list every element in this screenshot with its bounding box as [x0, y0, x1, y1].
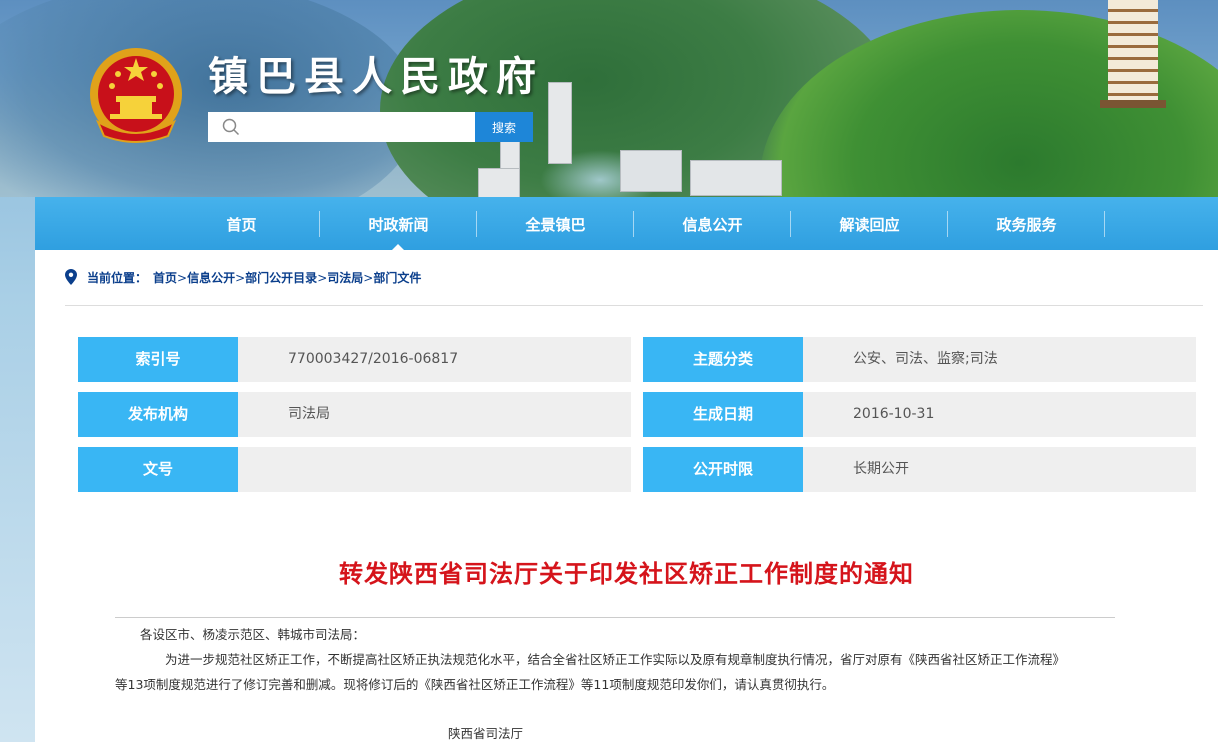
- meta-topic-label: 主题分类: [643, 337, 803, 382]
- meta-period: 公开时限 长期公开: [643, 447, 1196, 492]
- search-box: [208, 112, 475, 142]
- breadcrumb-separator: >: [235, 271, 246, 285]
- meta-date-value: 2016-10-31: [803, 392, 1196, 437]
- divider: [65, 305, 1203, 306]
- meta-index-value: 770003427/2016-06817: [238, 337, 631, 382]
- nav-item-panorama[interactable]: 全景镇巴: [477, 197, 634, 250]
- breadcrumb-separator: >: [177, 271, 188, 285]
- breadcrumb-home[interactable]: 首页: [153, 271, 177, 285]
- nav-item-info-disclosure[interactable]: 信息公开: [634, 197, 791, 250]
- meta-publisher-label: 发布机构: [78, 392, 238, 437]
- meta-period-value: 长期公开: [803, 447, 1196, 492]
- main-page: 首页 时政新闻 全景镇巴 信息公开 解读回应 政务服务 当前位置： 首页>信息公开…: [35, 197, 1218, 742]
- meta-topic: 主题分类 公安、司法、监察;司法: [643, 337, 1196, 382]
- nav-item-news[interactable]: 时政新闻: [320, 197, 477, 250]
- meta-topic-value: 公安、司法、监察;司法: [803, 337, 1196, 382]
- banner-building: [548, 82, 572, 164]
- breadcrumb-dept-documents[interactable]: 部门文件: [373, 271, 421, 285]
- location-pin-icon: [65, 269, 77, 285]
- document-signature: 陕西省司法厅: [448, 726, 524, 741]
- search-button[interactable]: 搜索: [475, 112, 533, 142]
- search-input[interactable]: [250, 116, 474, 140]
- breadcrumb-label: 当前位置：: [87, 271, 148, 285]
- meta-date-label: 生成日期: [643, 392, 803, 437]
- divider: [115, 617, 1115, 618]
- nav-item-home[interactable]: 首页: [163, 197, 320, 250]
- nav-separator: [1104, 211, 1105, 237]
- main-nav: 首页 时政新闻 全景镇巴 信息公开 解读回应 政务服务: [35, 197, 1218, 250]
- meta-index: 索引号 770003427/2016-06817: [78, 337, 631, 382]
- banner-building: [690, 160, 782, 196]
- document-paragraph-line: 等13项制度规范进行了修订完善和删减。现将修订后的《陕西省社区矫正工作流程》等1…: [115, 677, 835, 692]
- breadcrumb-justice-bureau[interactable]: 司法局: [327, 271, 363, 285]
- national-emblem-icon: [90, 48, 182, 143]
- breadcrumb-separator: >: [317, 271, 328, 285]
- meta-docno-value: [238, 447, 631, 492]
- header-banner: 镇巴县人民政府 搜索: [0, 0, 1218, 197]
- breadcrumb-info-disclosure[interactable]: 信息公开: [187, 271, 235, 285]
- nav-item-gov-services[interactable]: 政务服务: [948, 197, 1105, 250]
- breadcrumb-separator: >: [363, 271, 374, 285]
- document-title: 转发陕西省司法厅关于印发社区矫正工作制度的通知: [339, 560, 914, 588]
- meta-publisher-value: 司法局: [238, 392, 631, 437]
- breadcrumb-dept-catalog[interactable]: 部门公开目录: [245, 271, 317, 285]
- meta-date: 生成日期 2016-10-31: [643, 392, 1196, 437]
- meta-docno: 文号: [78, 447, 631, 492]
- banner-building: [478, 168, 520, 197]
- breadcrumb: 当前位置： 首页>信息公开>部门公开目录>司法局>部门文件: [65, 269, 421, 286]
- banner-pagoda-base: [1100, 100, 1166, 108]
- banner-pagoda: [1108, 0, 1158, 105]
- nav-item-interpretation[interactable]: 解读回应: [791, 197, 948, 250]
- search-icon: [222, 118, 240, 136]
- document-paragraph-line: 为进一步规范社区矫正工作，不断提高社区矫正执法规范化水平，结合全省社区矫正工作实…: [165, 652, 1066, 667]
- meta-index-label: 索引号: [78, 337, 238, 382]
- banner-building: [620, 150, 682, 192]
- meta-docno-label: 文号: [78, 447, 238, 492]
- document-salutation: 各设区市、杨凌示范区、韩城市司法局：: [140, 627, 366, 642]
- meta-publisher: 发布机构 司法局: [78, 392, 631, 437]
- meta-period-label: 公开时限: [643, 447, 803, 492]
- nav-active-indicator: [392, 244, 404, 250]
- site-title: 镇巴县人民政府: [208, 53, 544, 100]
